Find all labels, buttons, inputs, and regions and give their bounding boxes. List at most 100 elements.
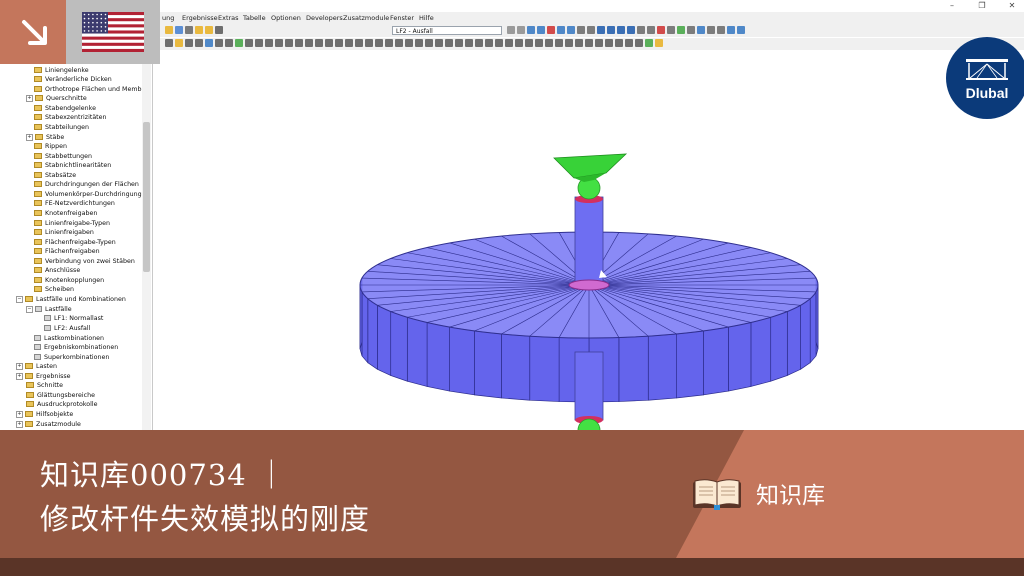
tree-item[interactable]: − Lastfälle und Kombinationen [16, 295, 126, 305]
navigator-scrollbar[interactable] [142, 52, 151, 432]
menu-item-window[interactable]: Fenster [390, 14, 414, 22]
zoom-icon[interactable] [637, 26, 645, 34]
measure-icon[interactable] [335, 39, 343, 47]
tree-item[interactable]: Ergebniskombinationen [34, 343, 118, 353]
object-snap-icon[interactable] [435, 39, 443, 47]
tree-item[interactable]: Anschlüsse [34, 266, 80, 276]
view-y-icon[interactable] [607, 26, 615, 34]
cartesian-icon[interactable] [445, 39, 453, 47]
report-icon[interactable] [615, 39, 623, 47]
menu-item-addon-modules[interactable]: Zusatzmodule [343, 14, 389, 22]
menu-item-options[interactable]: Optionen [271, 14, 301, 22]
tree-item[interactable]: Ausdruckprotokolle [26, 400, 98, 410]
units-icon[interactable] [485, 39, 493, 47]
polar-icon[interactable] [455, 39, 463, 47]
render-icon[interactable] [667, 26, 675, 34]
surface-icon[interactable] [205, 39, 213, 47]
layer-icon[interactable] [577, 26, 585, 34]
export-icon[interactable] [625, 39, 633, 47]
collapse-icon[interactable]: − [16, 295, 23, 303]
import-icon[interactable] [635, 39, 643, 47]
delete-icon[interactable] [657, 26, 665, 34]
tree-item[interactable]: Stabexzentrizitäten [34, 113, 107, 123]
mirror-icon[interactable] [295, 39, 303, 47]
numbering-icon[interactable] [495, 39, 503, 47]
save-icon[interactable] [175, 26, 183, 34]
tree-item[interactable]: + Querschnitte [26, 94, 87, 104]
line-icon[interactable] [185, 39, 193, 47]
wireframe-icon[interactable] [525, 39, 533, 47]
axis-icon[interactable] [465, 39, 473, 47]
perspective-icon[interactable] [555, 39, 563, 47]
expand-icon[interactable]: + [26, 94, 33, 102]
connect-icon[interactable] [315, 39, 323, 47]
tree-item[interactable]: FE-Netzverdichtungen [34, 199, 115, 209]
view-z-icon[interactable] [617, 26, 625, 34]
settings-icon[interactable] [687, 26, 695, 34]
menu-item-results[interactable]: Ergebnisse [182, 14, 218, 22]
member-icon[interactable] [195, 39, 203, 47]
zoom-all-icon[interactable] [647, 26, 655, 34]
light-icon[interactable] [565, 39, 573, 47]
tree-item[interactable]: Durchdringungen der Flächen [34, 180, 139, 190]
pan-icon[interactable] [505, 39, 513, 47]
show-results-icon[interactable] [547, 26, 555, 34]
model-icon[interactable] [215, 26, 223, 34]
tools-icon[interactable] [655, 39, 663, 47]
expand-icon[interactable]: + [16, 420, 23, 428]
comment-icon[interactable] [355, 39, 363, 47]
menu-item-developers[interactable]: Developers [306, 14, 343, 22]
node-icon[interactable] [175, 39, 183, 47]
load-icon[interactable] [255, 39, 263, 47]
iso-view-icon[interactable] [627, 26, 635, 34]
loadcase-combo[interactable]: LF2 - Ausfall [392, 26, 502, 35]
scrollbar-thumb[interactable] [143, 122, 150, 272]
tree-item[interactable]: LF1: Normallast [44, 314, 103, 324]
tree-item[interactable]: Scheiben [34, 285, 74, 295]
table-icon[interactable] [195, 26, 203, 34]
grid-icon[interactable] [707, 26, 715, 34]
tree-item[interactable]: Flächenfreigaben [34, 247, 100, 257]
expand-icon[interactable]: + [16, 372, 23, 380]
tree-item[interactable]: Stabteilungen [34, 123, 89, 133]
shadow-icon[interactable] [575, 39, 583, 47]
close-button[interactable]: ✕ [1002, 0, 1022, 12]
check-icon[interactable] [645, 39, 653, 47]
dimension-icon[interactable] [345, 39, 353, 47]
opening-icon[interactable] [225, 39, 233, 47]
panel-icon[interactable] [605, 39, 613, 47]
copy-icon[interactable] [265, 39, 273, 47]
legend-icon[interactable] [595, 39, 603, 47]
print-icon[interactable] [185, 26, 193, 34]
extrude-icon[interactable] [325, 39, 333, 47]
orbit-icon[interactable] [515, 39, 523, 47]
solid-view-icon[interactable] [535, 39, 543, 47]
menu-item-edit[interactable]: ung [162, 14, 174, 22]
help-icon[interactable] [737, 26, 745, 34]
project-icon[interactable] [205, 26, 213, 34]
tree-item[interactable]: Rippen [34, 142, 67, 152]
snap-grid-icon[interactable] [425, 39, 433, 47]
menu-item-table[interactable]: Tabelle [243, 14, 266, 22]
coordinate-icon[interactable] [405, 39, 413, 47]
section-icon[interactable] [587, 26, 595, 34]
maximize-button[interactable]: ❐ [972, 0, 992, 12]
display-icon[interactable] [677, 26, 685, 34]
guide-icon[interactable] [365, 39, 373, 47]
colors-icon[interactable] [585, 39, 593, 47]
tree-item[interactable]: + Hilfsobjekte [16, 410, 73, 420]
language-badge[interactable] [66, 0, 160, 64]
next-icon[interactable] [517, 26, 525, 34]
expand-icon[interactable]: + [16, 362, 23, 370]
calculate-icon[interactable] [527, 26, 535, 34]
results-icon[interactable] [537, 26, 545, 34]
select-icon[interactable] [165, 39, 173, 47]
background-icon[interactable] [475, 39, 483, 47]
move-icon[interactable] [275, 39, 283, 47]
tree-item[interactable]: + Lasten [16, 362, 57, 372]
transparent-icon[interactable] [545, 39, 553, 47]
support-icon[interactable] [235, 39, 243, 47]
clip-icon[interactable] [395, 39, 403, 47]
tree-item[interactable]: Knotenfreigaben [34, 209, 97, 219]
workplane-icon[interactable] [415, 39, 423, 47]
